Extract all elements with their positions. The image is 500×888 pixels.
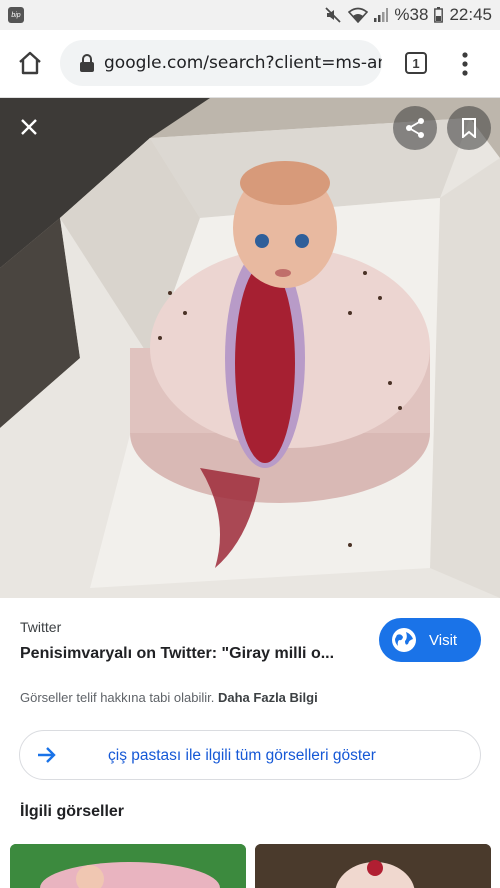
copyright-text: Görseller telif hakkına tabi olabilir. [20, 690, 215, 705]
battery-percent: %38 [394, 5, 429, 24]
all-images-label: çiş pastası ile ilgili tüm görselleri gö… [108, 747, 376, 764]
clock: 22:45 [449, 5, 492, 24]
share-icon [406, 118, 424, 138]
related-image-thumbnail[interactable] [255, 844, 491, 888]
visit-button[interactable]: Visit [379, 618, 481, 662]
share-button[interactable] [393, 106, 437, 150]
more-info-link[interactable]: Daha Fazla Bilgi [218, 690, 318, 705]
status-bar: bip %38 22:45 [0, 0, 500, 30]
save-button[interactable] [447, 106, 491, 150]
menu-icon [462, 52, 468, 76]
lock-icon [80, 54, 94, 72]
menu-button[interactable] [455, 51, 475, 77]
result-image[interactable] [0, 98, 500, 598]
copyright-notice: Görseller telif hakkına tabi olabilir. D… [20, 690, 318, 705]
globe-icon [392, 628, 416, 652]
image-viewer [0, 98, 500, 598]
signal-icon [374, 8, 389, 22]
mute-icon [324, 6, 342, 24]
home-button[interactable] [16, 49, 44, 77]
result-title[interactable]: Penisimvaryalı on Twitter: "Giray milli … [20, 645, 360, 663]
related-image-thumbnail[interactable] [10, 844, 246, 888]
battery-icon [434, 7, 444, 23]
visit-label: Visit [429, 631, 458, 649]
related-image-1 [10, 844, 246, 888]
arrow-right-icon [38, 747, 56, 763]
result-source: Twitter [20, 619, 62, 635]
browser-toolbar: google.com/search?client=ms-andr 1 [0, 30, 500, 98]
related-image-2 [255, 844, 491, 888]
home-icon [19, 51, 41, 75]
address-bar[interactable]: google.com/search?client=ms-andr [60, 40, 382, 86]
all-images-button[interactable]: çiş pastası ile ilgili tüm görselleri gö… [19, 730, 481, 780]
tab-count: 1 [412, 55, 420, 71]
close-icon [21, 119, 37, 135]
close-button[interactable] [12, 110, 46, 144]
related-images-heading: İlgili görseller [20, 803, 125, 820]
tabs-button[interactable]: 1 [405, 52, 427, 74]
app-badge-icon: bip [8, 7, 24, 23]
wifi-icon [348, 7, 369, 23]
bookmark-icon [462, 118, 476, 138]
url-text: google.com/search?client=ms-andr [104, 53, 382, 73]
